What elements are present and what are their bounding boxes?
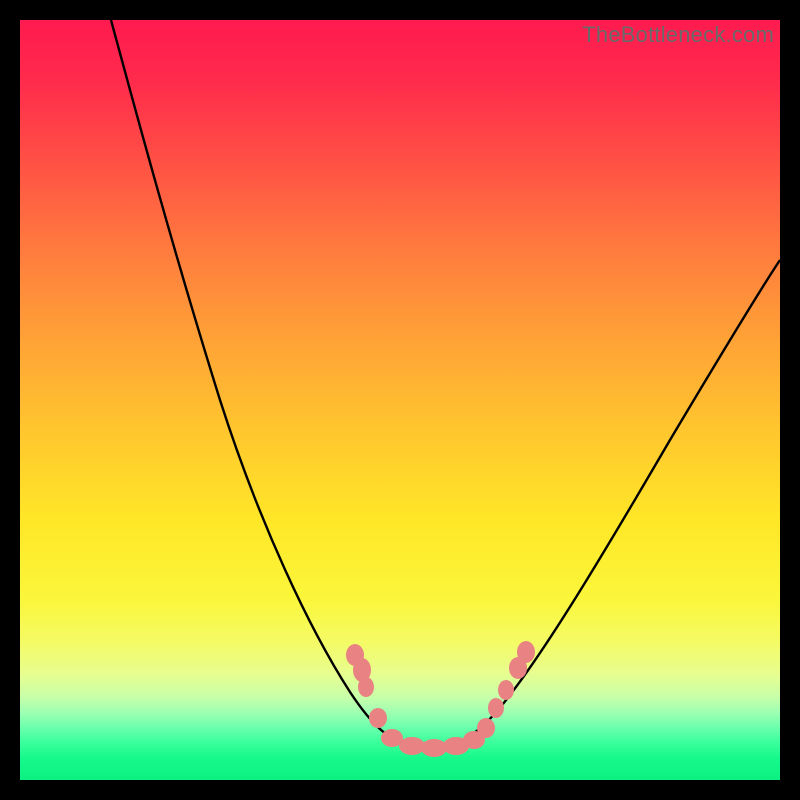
watermark-text: TheBottleneck.com xyxy=(582,22,774,48)
bottleneck-curve-svg xyxy=(20,20,780,780)
chart-frame: TheBottleneck.com xyxy=(0,0,800,800)
curve-markers xyxy=(346,641,535,757)
plot-area: TheBottleneck.com xyxy=(20,20,780,780)
bottleneck-curve-path xyxy=(111,20,780,748)
